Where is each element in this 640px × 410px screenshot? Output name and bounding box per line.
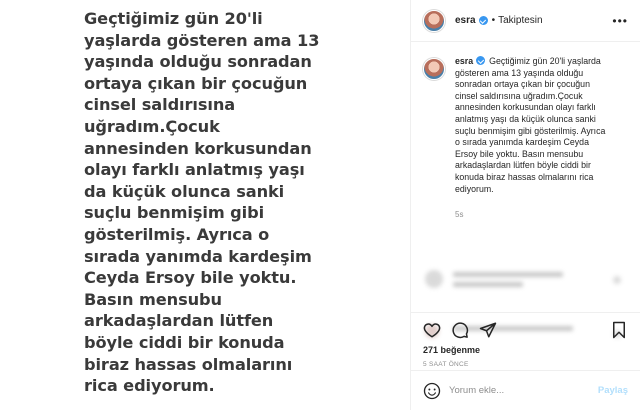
caption-line-text: konuda biraz hassas olmalarını rica (455, 171, 594, 182)
share-icon[interactable] (479, 321, 497, 339)
caption-line-text: anlatmış yaşı da küçük olunca sanki (455, 113, 596, 124)
caption-body: esra Geçtiğimiz gün 20'li yaşlarda göstere… (455, 56, 615, 221)
caption-line: arkadaşlardan lütfen böyle ciddi bir (455, 160, 615, 172)
caption-line-text: gösteren ama 13 yaşında olduğu (455, 67, 584, 78)
caption-line: sonradan ortaya çıkan bir çocuğun (455, 79, 615, 91)
comment-icon[interactable] (451, 321, 469, 339)
story-text-line: sırada yanımda kardeşim (84, 246, 312, 266)
caption-line: esra Geçtiğimiz gün 20'li yaşlarda (455, 56, 615, 68)
caption-line: Ersoy bile yoktu. Basın mensubu (455, 149, 615, 161)
comment-input[interactable] (449, 385, 598, 396)
story-text-line: yaşında olduğu sonradan (84, 52, 312, 72)
story-text-line: olayı farklı anlatmış yaşı (84, 160, 305, 180)
comments-area: esra Geçtiğimiz gün 20'li yaşlarda göstere… (411, 42, 640, 338)
caption-line: annesinden korkusundan olayı farklı (455, 102, 615, 114)
caption: esra Geçtiğimiz gün 20'li yaşlarda göstere… (423, 56, 628, 221)
post-image[interactable]: Geçtiğimiz gün 20'li yaşlarda gösteren am… (0, 0, 410, 410)
caption-line: ediyorum. (455, 184, 615, 196)
story-text-line: Geçtiğimiz gün 20'li (84, 9, 263, 28)
caption-line-text: o sırada yanımda kardeşim Ceyda (455, 137, 589, 148)
header-username[interactable]: esra (455, 15, 476, 26)
caption-line-text: cinsel saldırısına uğradım.Çocuk (455, 90, 583, 101)
post-time-ago: 5 SAAT ÖNCE (423, 361, 469, 368)
story-text-line: annesinden korkusundan (84, 138, 312, 158)
follow-status-button[interactable]: Takiptesin (498, 15, 542, 26)
post-header: esra • Takiptesin ••• (411, 0, 640, 42)
post-actions: 271 beğenme 5 SAAT ÖNCE (411, 312, 640, 370)
post-side-panel: esra • Takiptesin ••• esra Geçtiğimiz gün… (410, 0, 640, 410)
story-text-line: biraz hassas olmalarını (84, 354, 293, 374)
caption-line-text: suçlu benmişim gibi gösterilmiş. Ayrıca (455, 125, 606, 136)
caption-text: esra Geçtiğimiz gün 20'li yaşlarda göstere… (455, 56, 615, 195)
caption-line: konuda biraz hassas olmalarını rica (455, 172, 615, 184)
profile-avatar[interactable] (423, 9, 445, 32)
story-text-line: ortaya çıkan bir çocuğun (84, 73, 308, 93)
smiley-icon[interactable] (423, 382, 441, 400)
story-text-line: rica ediyorum. (84, 376, 215, 396)
story-text-line: Basın mensubu (84, 289, 222, 309)
story-text-line: uğradım.Çocuk (84, 116, 220, 136)
caption-line: cinsel saldırısına uğradım.Çocuk (455, 91, 615, 103)
caption-line-text: annesinden korkusundan olayı farklı (455, 102, 596, 113)
caption-line-text: sonradan ortaya çıkan bir çocuğun (455, 79, 590, 90)
verified-badge-icon (478, 16, 488, 25)
caption-username[interactable]: esra (455, 56, 473, 66)
story-text-line: cinsel saldırısına (84, 95, 236, 115)
story-text-line: arkadaşlardan lütfen (84, 311, 274, 331)
caption-line-text: Geçtiğimiz gün 20'li yaşlarda (489, 56, 601, 66)
story-text-line: da küçük olunca sanki (84, 181, 285, 201)
story-text-line: gösterilmiş. Ayrıca o (84, 224, 270, 244)
post-comment-button[interactable]: Paylaş (598, 385, 628, 396)
caption-line-text: Ersoy bile yoktu. Basın mensubu (455, 148, 584, 159)
story-text-line: yaşlarda gösteren ama 13 (84, 30, 320, 50)
blurred-comment (423, 268, 629, 294)
story-text: Geçtiğimiz gün 20'li yaşlarda gösteren am… (84, 8, 344, 397)
caption-line-text: ediyorum. (455, 183, 494, 194)
likes-count[interactable]: 271 beğenme (423, 345, 628, 355)
verified-badge-icon (476, 56, 486, 65)
caption-line: gösteren ama 13 yaşında olduğu (455, 68, 615, 80)
bookmark-icon[interactable] (610, 321, 628, 339)
add-comment-bar: Paylaş (411, 370, 640, 410)
action-icons (423, 319, 628, 341)
caption-line: suçlu benmişim gibi gösterilmiş. Ayrıca (455, 126, 615, 138)
caption-line: o sırada yanımda kardeşim Ceyda (455, 137, 615, 149)
story-text-line: suçlu benmişim gibi (84, 203, 265, 223)
more-options-icon[interactable]: ••• (612, 14, 628, 28)
header-separator: • (491, 15, 496, 26)
caption-line-text: arkadaşlardan lütfen böyle ciddi bir (455, 160, 591, 171)
caption-line: anlatmış yaşı da küçük olunca sanki (455, 114, 615, 126)
story-text-line: Ceyda Ersoy bile yoktu. (84, 268, 297, 288)
heart-icon[interactable] (423, 321, 441, 339)
story-text-line: böyle ciddi bir konuda (84, 332, 285, 352)
caption-avatar[interactable] (423, 58, 445, 80)
caption-time[interactable]: 5s (455, 209, 615, 221)
